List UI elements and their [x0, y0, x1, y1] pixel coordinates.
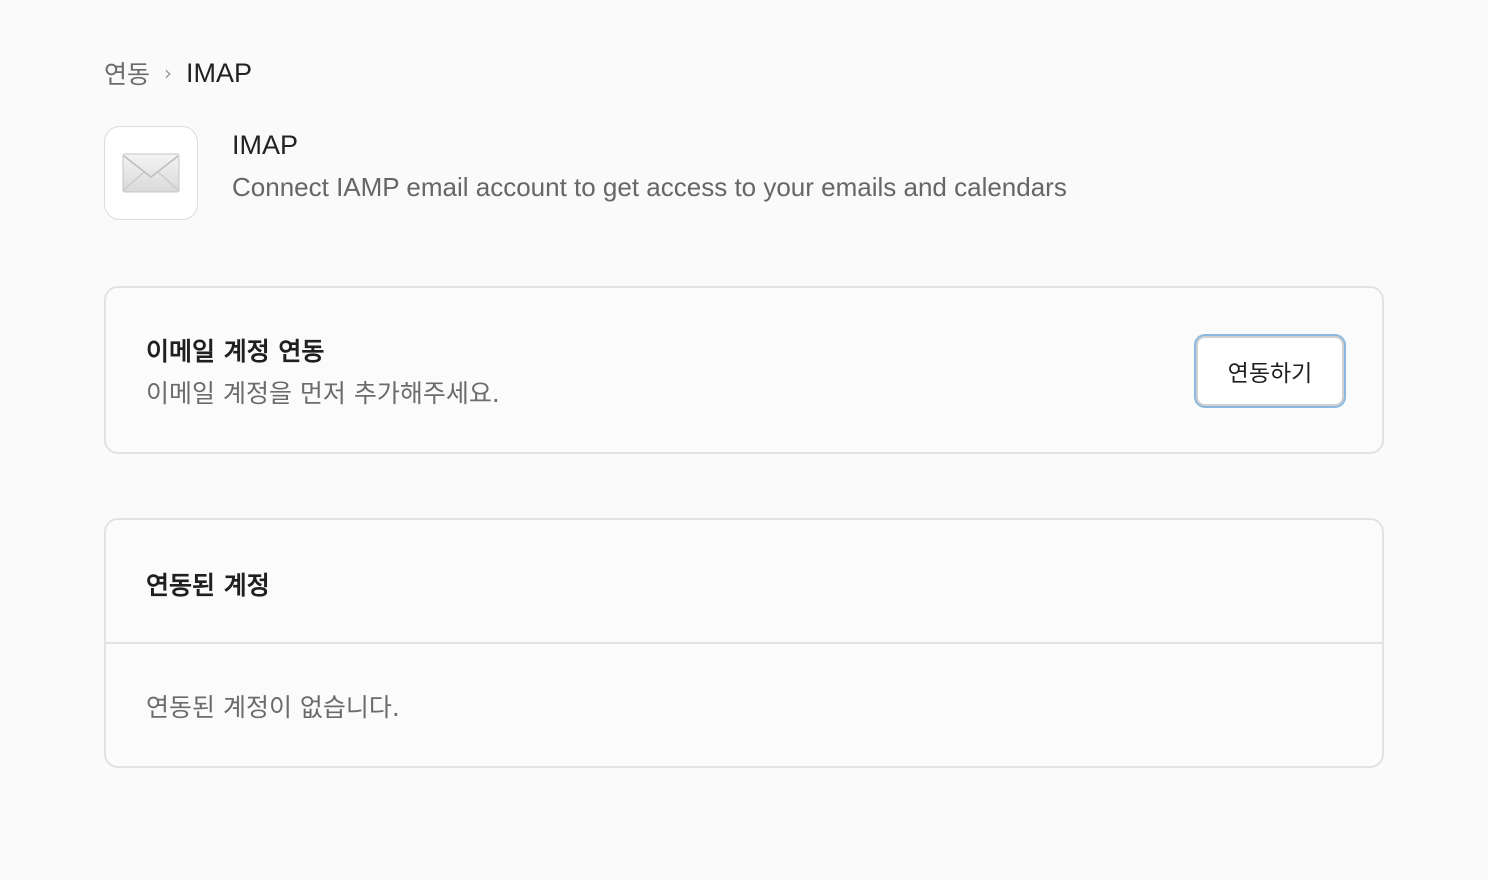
imap-integration-page: 연동 › IMAP IMAP Connect IAMP email accoun…	[0, 0, 1488, 880]
card-divider	[106, 642, 1382, 644]
empty-accounts-message: 연동된 계정이 없습니다.	[146, 693, 400, 722]
connect-email-card: 이메일 계정 연동 이메일 계정을 먼저 추가해주세요. 연동하기	[104, 286, 1384, 454]
app-icon-tile	[104, 126, 198, 220]
breadcrumb-current: IMAP	[186, 57, 253, 88]
app-title: IMAP	[232, 130, 299, 160]
connected-accounts-title: 연동된 계정	[146, 571, 270, 600]
connected-accounts-card: 연동된 계정 연동된 계정이 없습니다.	[104, 518, 1384, 768]
breadcrumb-link-integrations[interactable]: 연동	[104, 55, 150, 91]
envelope-icon	[122, 153, 180, 193]
connect-card-description: 이메일 계정을 먼저 추가해주세요.	[146, 379, 500, 408]
app-header: IMAP Connect IAMP email account to get a…	[104, 126, 1304, 222]
connect-card-title: 이메일 계정 연동	[146, 337, 325, 366]
connect-button[interactable]: 연동하기	[1196, 336, 1344, 406]
app-description: Connect IAMP email account to get access…	[232, 172, 1067, 202]
breadcrumb: 연동 › IMAP	[104, 56, 252, 90]
breadcrumb-separator: ›	[164, 61, 173, 85]
